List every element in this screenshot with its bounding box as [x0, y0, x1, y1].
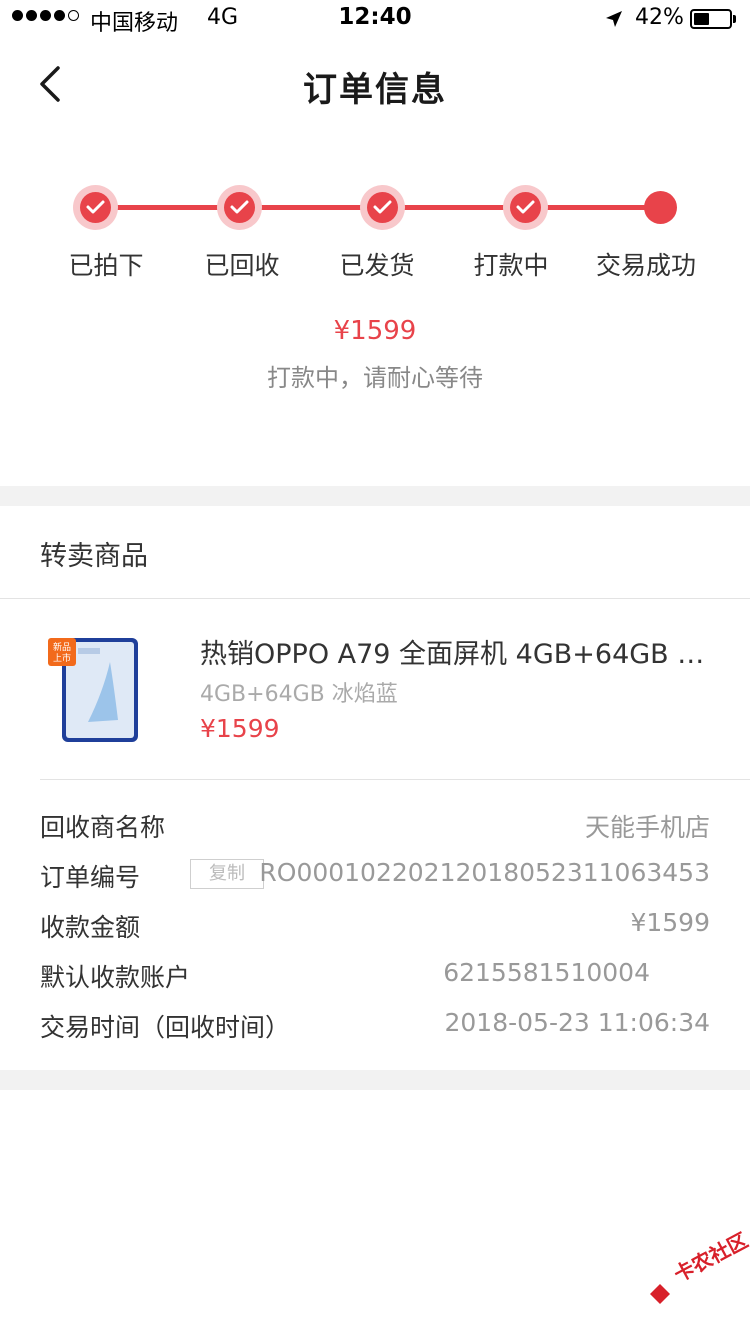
battery-percent: 42%	[635, 5, 684, 30]
info-row-recycler: 回收商名称 天能手机店	[40, 808, 710, 844]
section-title: 转卖商品	[40, 541, 148, 572]
info-value: 天能手机店	[584, 813, 710, 842]
info-row-order-number: 订单编号 复制 RO00010220212018052311063453	[40, 858, 710, 894]
status-bar: 中国移动 4G 12:40 42%	[0, 0, 750, 40]
check-icon	[230, 200, 249, 214]
step-node-done	[360, 185, 405, 230]
product-price: ¥1599	[200, 714, 280, 743]
product-name[interactable]: 热销OPPO A79 全面屏机 4GB+64GB 冰焰蓝	[200, 632, 712, 671]
section-separator	[0, 1070, 750, 1090]
nav-bar: 订单信息	[0, 40, 750, 128]
info-value: 2018-05-23 11:06:34	[444, 1008, 710, 1037]
step-label: 已拍下	[68, 251, 144, 280]
step-label: 打款中	[473, 251, 549, 280]
check-icon	[516, 200, 535, 214]
divider	[40, 779, 750, 780]
copy-button[interactable]: 复制	[190, 859, 264, 889]
step-node-done	[503, 185, 548, 230]
info-row-amount: 收款金额 ¥1599	[40, 908, 710, 944]
page-title: 订单信息	[303, 70, 447, 110]
info-row-time: 交易时间（回收时间） 2018-05-23 11:06:34	[40, 1008, 710, 1044]
order-progress: 已拍下 已回收 已发货 打款中 交易成功	[0, 180, 750, 290]
location-arrow-icon	[606, 11, 622, 27]
step-label: 已发货	[339, 251, 415, 280]
new-badge-line2: 上市	[53, 652, 71, 664]
payout-amount: ¥1599	[333, 316, 417, 346]
info-value: ¥1599	[630, 908, 710, 937]
product-spec: 4GB+64GB 冰焰蓝	[200, 682, 398, 707]
product-image[interactable]: 新品 上市	[48, 632, 144, 746]
new-badge-line1: 新品	[53, 641, 71, 653]
account-number: 6215581510004	[443, 958, 650, 987]
battery-cap	[733, 15, 736, 23]
info-label: 回收商名称	[40, 813, 166, 842]
info-row-account: 默认收款账户 6215581510004	[40, 958, 710, 994]
order-number: RO00010220212018052311063453	[259, 858, 710, 887]
divider	[0, 598, 750, 599]
check-icon	[373, 200, 392, 214]
check-icon	[86, 200, 105, 214]
info-label: 订单编号	[40, 863, 141, 892]
step-label: 交易成功	[595, 251, 696, 280]
step-label: 已回收	[204, 251, 280, 280]
step-node-done	[73, 185, 118, 230]
info-label: 收款金额	[40, 913, 141, 942]
step-node-current	[638, 185, 683, 230]
info-label: 交易时间（回收时间）	[40, 1013, 291, 1042]
section-separator	[0, 486, 750, 506]
step-node-done	[217, 185, 262, 230]
battery-icon	[690, 9, 732, 29]
info-label: 默认收款账户	[40, 963, 191, 992]
status-message: 打款中，请耐心等待	[267, 364, 483, 392]
